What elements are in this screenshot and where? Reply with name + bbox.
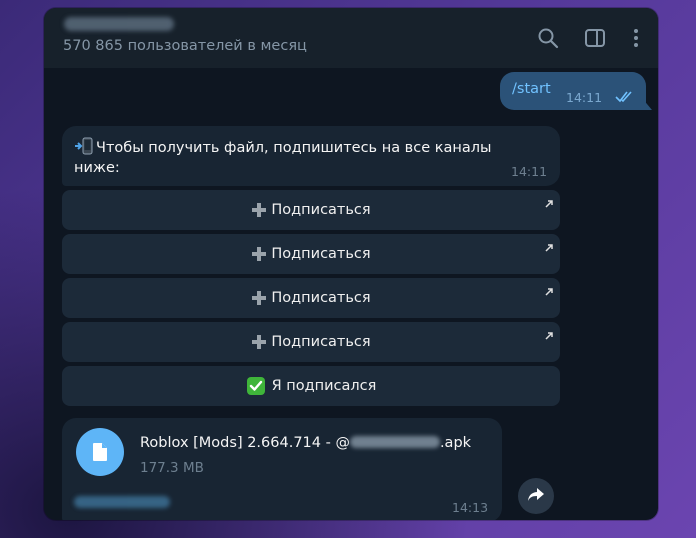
- file-document-icon[interactable]: [76, 428, 124, 476]
- plus-icon: [251, 246, 267, 262]
- more-vertical-icon[interactable]: [624, 26, 648, 50]
- check-mark-icon: [246, 376, 266, 396]
- external-link-arrow-icon: [544, 282, 554, 296]
- external-link-arrow-icon: [544, 194, 554, 208]
- forward-button[interactable]: [518, 478, 554, 514]
- confirm-subscribed-button[interactable]: Я подписался: [62, 366, 560, 406]
- file-name[interactable]: Roblox [Mods] 2.664.714 - @ .apk: [140, 435, 471, 451]
- subscribe-button-2[interactable]: Подписаться: [62, 234, 560, 274]
- file-size: 177.3 MB: [140, 460, 204, 476]
- chat-header[interactable]: 570 865 пользователей в месяц: [44, 8, 658, 68]
- message-list[interactable]: /start 14:11 Чтобы получить файл, подпиш…: [44, 68, 658, 520]
- message-time: 14:11: [566, 90, 603, 105]
- plus-icon: [251, 290, 267, 306]
- subscribe-button-1[interactable]: Подписаться: [62, 190, 560, 230]
- outgoing-message[interactable]: /start 14:11: [500, 72, 646, 110]
- sidebar-toggle-icon[interactable]: [583, 26, 607, 50]
- subscribe-button-3[interactable]: Подписаться: [62, 278, 560, 318]
- plus-icon: [251, 202, 267, 218]
- blurred-channel-link[interactable]: [74, 496, 170, 508]
- subscribe-button-4[interactable]: Подписаться: [62, 322, 560, 362]
- chat-title-blurred[interactable]: [64, 17, 174, 31]
- chat-window: 570 865 пользователей в месяц /start 14:…: [44, 8, 658, 520]
- incoming-message-body[interactable]: Чтобы получить файл, подпишитесь на все …: [74, 137, 534, 178]
- phone-arrow-emoji-icon: [74, 137, 94, 155]
- search-icon[interactable]: [536, 26, 560, 50]
- subscribe-button-label: Подписаться: [271, 334, 371, 350]
- subscribe-button-label: Подписаться: [271, 202, 371, 218]
- chat-subtitle: 570 865 пользователей в месяц: [63, 38, 307, 54]
- external-link-arrow-icon: [544, 326, 554, 340]
- incoming-message-text: Чтобы получить файл, подпишитесь на все …: [74, 140, 492, 176]
- file-message[interactable]: Roblox [Mods] 2.664.714 - @ .apk 177.3 MB…: [62, 418, 502, 520]
- plus-icon: [251, 334, 267, 350]
- outgoing-message-text[interactable]: /start: [512, 81, 551, 97]
- message-time: 14:13: [452, 500, 489, 515]
- message-time: 14:11: [511, 164, 548, 179]
- external-link-arrow-icon: [544, 238, 554, 252]
- subscribe-button-label: Подписаться: [271, 246, 371, 262]
- blurred-username: [349, 436, 440, 448]
- bubble-tail: [642, 98, 652, 110]
- forward-arrow-icon: [527, 485, 545, 507]
- subscribe-button-label: Подписаться: [271, 290, 371, 306]
- double-check-icon: [614, 88, 636, 104]
- confirm-button-label: Я подписался: [271, 378, 377, 394]
- incoming-message[interactable]: Чтобы получить файл, подпишитесь на все …: [62, 126, 560, 186]
